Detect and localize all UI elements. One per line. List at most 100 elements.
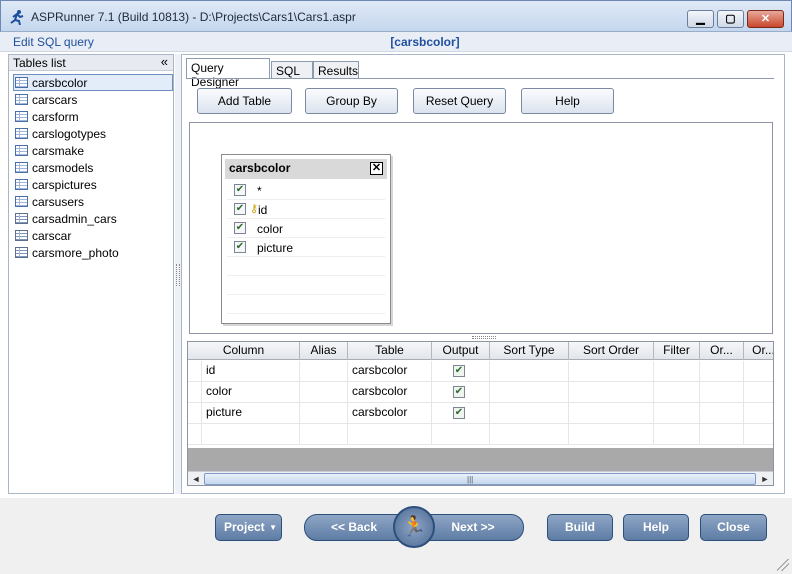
grid-cell[interactable]: [744, 424, 773, 445]
help-button[interactable]: Help: [521, 88, 614, 114]
table-list-item[interactable]: carslogotypes: [13, 125, 173, 142]
grid-cell[interactable]: [700, 424, 744, 445]
table-list-item[interactable]: carsusers: [13, 193, 173, 210]
grid-cell-alias[interactable]: [300, 361, 348, 382]
field-checkbox[interactable]: ✔: [234, 241, 246, 253]
grid-row[interactable]: picture carsbcolor ✔: [188, 403, 773, 424]
horizontal-scrollbar[interactable]: ◄ ||| ►: [188, 471, 773, 485]
maximize-button[interactable]: ▢: [717, 10, 744, 28]
scrollbar-thumb[interactable]: |||: [204, 473, 756, 485]
next-button[interactable]: Next >>: [422, 514, 524, 541]
table-box-field[interactable]: ✔ *: [227, 181, 385, 200]
grid-cell[interactable]: [348, 424, 432, 445]
grid-cell[interactable]: [490, 424, 569, 445]
run-icon[interactable]: 🏃: [393, 506, 435, 548]
grid-cell[interactable]: [700, 382, 744, 403]
grid-column-header[interactable]: Alias: [300, 342, 348, 360]
grid-row-indicator[interactable]: [188, 403, 202, 424]
grid-column-header[interactable]: Output: [432, 342, 490, 360]
table-list-item[interactable]: carsmake: [13, 142, 173, 159]
grid-cell-output[interactable]: ✔: [432, 361, 490, 382]
field-checkbox[interactable]: ✔: [234, 184, 246, 196]
grid-cell[interactable]: [654, 361, 700, 382]
splitter-grip[interactable]: [176, 264, 180, 286]
build-button[interactable]: Build: [547, 514, 613, 541]
tab-sql[interactable]: SQL: [271, 61, 313, 79]
field-checkbox[interactable]: ✔: [234, 222, 246, 234]
collapse-panel-icon[interactable]: «: [161, 54, 168, 69]
grid-cell[interactable]: [744, 403, 773, 424]
table-list-item[interactable]: carscars: [13, 91, 173, 108]
project-button[interactable]: Project ▼: [215, 514, 282, 541]
output-checkbox[interactable]: ✔: [453, 386, 465, 398]
table-box-field[interactable]: ✔ picture: [227, 238, 385, 257]
grid-cell-alias[interactable]: [300, 382, 348, 403]
grid-row[interactable]: id carsbcolor ✔: [188, 361, 773, 382]
close-window-button[interactable]: ✕: [747, 10, 784, 28]
grid-column-header[interactable]: Table: [348, 342, 432, 360]
table-list-item[interactable]: carsmodels: [13, 159, 173, 176]
grid-cell[interactable]: [744, 382, 773, 403]
grid-cell-output[interactable]: ✔: [432, 382, 490, 403]
grid-cell[interactable]: [700, 403, 744, 424]
back-button[interactable]: << Back: [304, 514, 404, 541]
grid-cell[interactable]: [744, 361, 773, 382]
grid-cell-table[interactable]: carsbcolor: [348, 382, 432, 403]
table-box-field[interactable]: ✔ ⚷ id: [227, 200, 385, 219]
grid-cell[interactable]: [490, 403, 569, 424]
table-list-item[interactable]: carscar: [13, 227, 173, 244]
grid-cell[interactable]: [569, 382, 654, 403]
table-list-item[interactable]: carspictures: [13, 176, 173, 193]
table-list-item[interactable]: carsbcolor: [13, 74, 173, 91]
table-box-field[interactable]: ✔ color: [227, 219, 385, 238]
grid-column-header[interactable]: Column: [188, 342, 300, 360]
grid-row-indicator[interactable]: [188, 361, 202, 382]
grid-row[interactable]: [188, 424, 773, 445]
grid-cell[interactable]: [569, 403, 654, 424]
add-table-button[interactable]: Add Table: [197, 88, 292, 114]
grid-column-header[interactable]: Or...: [744, 342, 773, 360]
scroll-left-icon[interactable]: ◄: [189, 473, 203, 485]
field-checkbox[interactable]: ✔: [234, 203, 246, 215]
grid-column-header[interactable]: Sort Order: [569, 342, 654, 360]
grid-cell-alias[interactable]: [300, 403, 348, 424]
output-checkbox[interactable]: ✔: [453, 407, 465, 419]
grid-cell-column[interactable]: picture: [202, 403, 300, 424]
grid-cell-column[interactable]: color: [202, 382, 300, 403]
help-bottom-button[interactable]: Help: [623, 514, 689, 541]
grid-cell-table[interactable]: carsbcolor: [348, 403, 432, 424]
close-button[interactable]: Close: [700, 514, 767, 541]
grid-row-indicator[interactable]: [188, 424, 202, 445]
tab-query-designer[interactable]: Query Designer: [186, 58, 270, 89]
minimize-button[interactable]: ▁: [687, 10, 714, 28]
grid-cell-table[interactable]: carsbcolor: [348, 361, 432, 382]
table-list-item[interactable]: carsmore_photo: [13, 244, 173, 261]
grid-cell[interactable]: [432, 424, 490, 445]
table-box-carsbcolor[interactable]: carsbcolor ✕ ✔ * ✔ ⚷ id ✔ color ✔ picture: [221, 154, 391, 324]
output-checkbox[interactable]: ✔: [453, 365, 465, 377]
grid-cell[interactable]: [569, 361, 654, 382]
close-table-icon[interactable]: ✕: [370, 162, 383, 175]
grid-cell[interactable]: [490, 361, 569, 382]
grid-cell[interactable]: [654, 424, 700, 445]
grid-cell[interactable]: [300, 424, 348, 445]
scroll-right-icon[interactable]: ►: [758, 473, 772, 485]
table-list-item[interactable]: carsadmin_cars: [13, 210, 173, 227]
grid-row[interactable]: color carsbcolor ✔: [188, 382, 773, 403]
table-list-item[interactable]: carsform: [13, 108, 173, 125]
grid-cell[interactable]: [569, 424, 654, 445]
grid-column-header[interactable]: Filter: [654, 342, 700, 360]
grid-column-header[interactable]: Or...: [700, 342, 744, 360]
resize-grip-icon[interactable]: [777, 559, 789, 571]
group-by-button[interactable]: Group By: [305, 88, 398, 114]
grid-cell[interactable]: [490, 382, 569, 403]
grid-cell[interactable]: [700, 361, 744, 382]
horizontal-splitter[interactable]: [189, 335, 773, 340]
grid-cell[interactable]: [654, 403, 700, 424]
splitter-grip[interactable]: [472, 336, 496, 339]
grid-cell[interactable]: [654, 382, 700, 403]
table-box-header[interactable]: carsbcolor ✕: [225, 159, 387, 179]
grid-cell[interactable]: [202, 424, 300, 445]
query-designer-canvas[interactable]: carsbcolor ✕ ✔ * ✔ ⚷ id ✔ color ✔ picture: [189, 122, 773, 334]
reset-query-button[interactable]: Reset Query: [413, 88, 506, 114]
